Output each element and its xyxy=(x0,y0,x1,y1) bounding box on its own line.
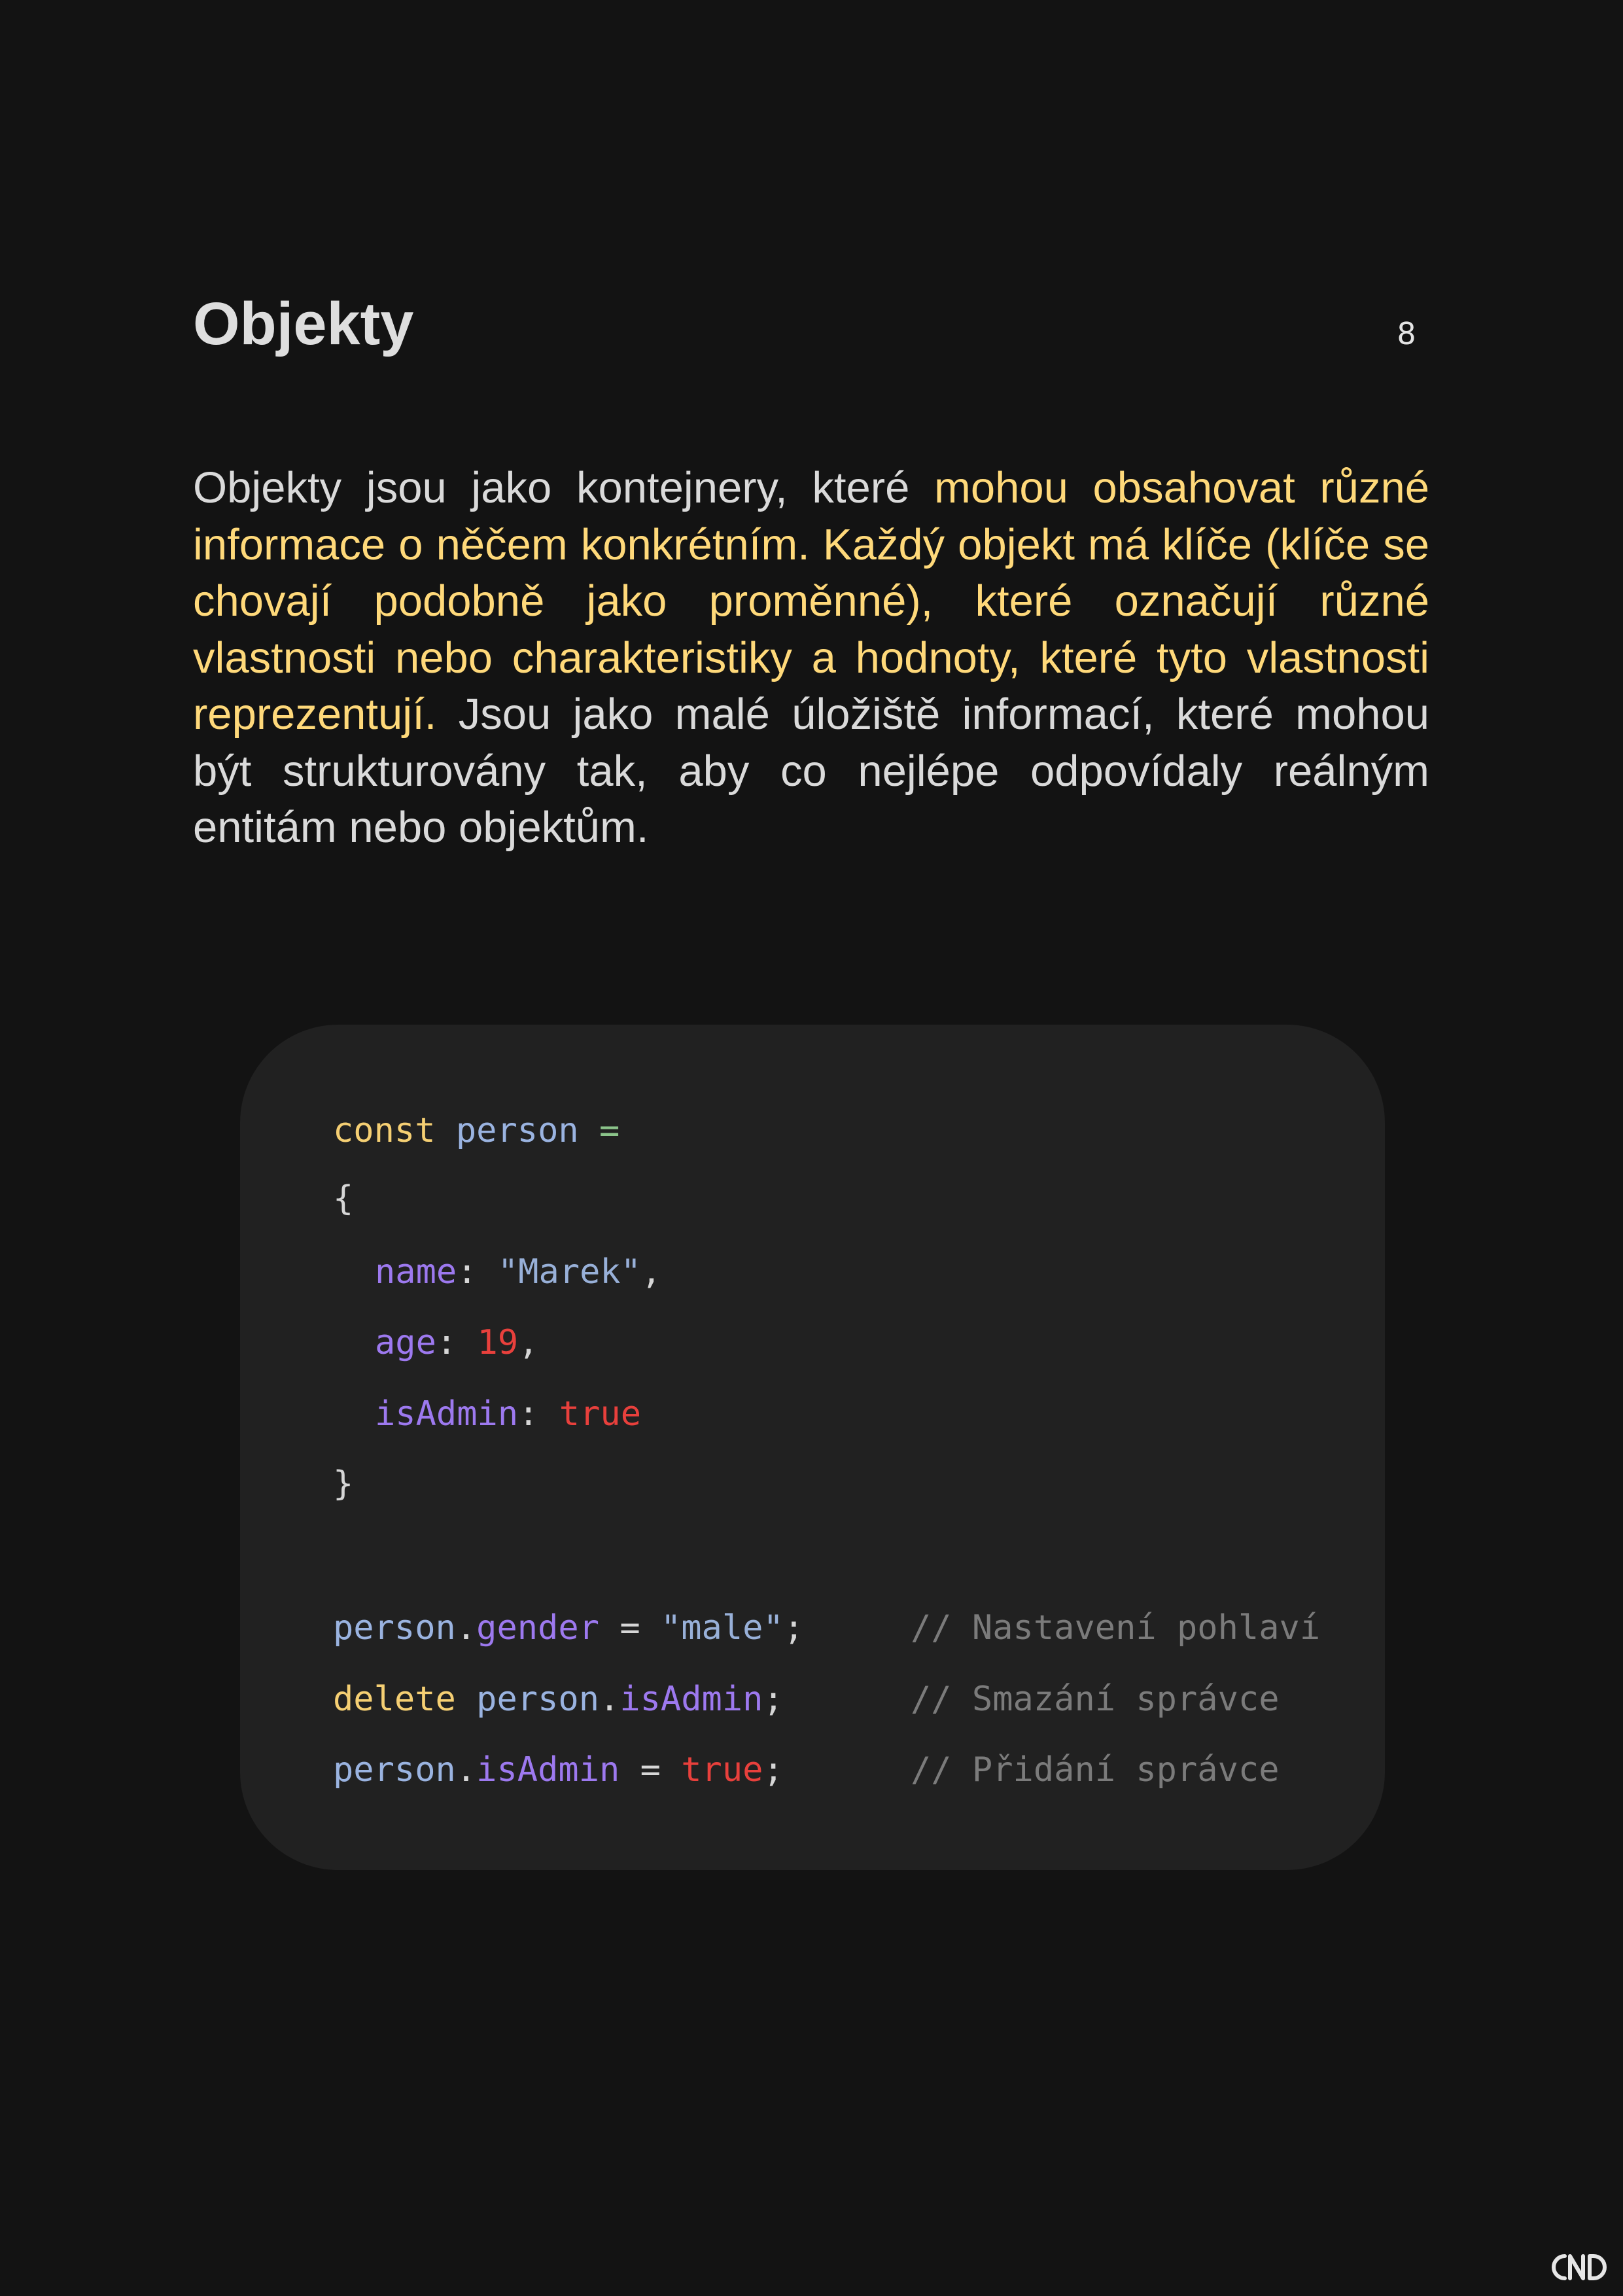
code-variable: person xyxy=(476,1680,599,1719)
code-colon: : xyxy=(436,1323,457,1362)
code-comma: , xyxy=(518,1323,539,1362)
code-variable: person xyxy=(333,1608,456,1648)
code-key: age xyxy=(375,1323,436,1362)
code-dot: . xyxy=(599,1680,620,1719)
code-brace: { xyxy=(333,1179,354,1218)
code-line-open-brace: { xyxy=(333,1173,353,1225)
code-line-close-brace: } xyxy=(333,1458,353,1510)
code-colon: : xyxy=(457,1252,478,1292)
code-boolean: true xyxy=(681,1750,763,1790)
code-comment: // Smazání správce xyxy=(911,1680,1280,1719)
page-number: 8 xyxy=(1397,316,1416,351)
code-string: "Marek" xyxy=(497,1252,642,1292)
code-semicolon: ; xyxy=(763,1680,784,1719)
code-keyword: const xyxy=(333,1111,436,1150)
code-number: 19 xyxy=(477,1323,519,1362)
code-line-delete-admin: delete person.isAdmin; xyxy=(333,1673,784,1725)
code-operator: = xyxy=(640,1750,661,1790)
code-comma: , xyxy=(641,1252,662,1292)
code-operator: = xyxy=(599,1111,620,1150)
code-property: isAdmin xyxy=(620,1680,763,1719)
page-title: Objekty xyxy=(193,291,414,357)
cnd-logo-icon xyxy=(1552,2254,1607,2280)
intro-paragraph: Objekty jsou jako kontejnery, které moho… xyxy=(193,460,1429,857)
code-string: "male" xyxy=(660,1608,784,1648)
code-colon: : xyxy=(518,1394,539,1434)
code-line-is-admin: isAdmin: true xyxy=(333,1388,641,1440)
code-line-set-gender: person.gender = "male"; xyxy=(333,1602,804,1654)
code-dot: . xyxy=(455,1750,477,1790)
code-line-age: age: 19, xyxy=(333,1316,538,1369)
code-property: isAdmin xyxy=(476,1750,620,1790)
code-block: const person = { name: "Marek", age: 19,… xyxy=(240,1025,1385,1870)
code-comment: // Nastavení pohlaví xyxy=(911,1608,1321,1648)
code-line-add-admin: person.isAdmin = true; xyxy=(333,1744,784,1796)
code-boolean: true xyxy=(559,1394,642,1434)
code-key: isAdmin xyxy=(375,1394,519,1434)
code-semicolon: ; xyxy=(783,1608,805,1648)
code-comment: // Přidání správce xyxy=(911,1750,1280,1790)
intro-text: Objekty jsou jako kontejnery, které xyxy=(193,463,935,512)
code-operator: = xyxy=(620,1608,640,1648)
code-property: gender xyxy=(476,1608,599,1648)
code-dot: . xyxy=(455,1608,477,1648)
code-semicolon: ; xyxy=(763,1750,784,1790)
code-variable: person xyxy=(333,1750,456,1790)
code-line-name: name: "Marek", xyxy=(333,1246,661,1298)
code-line-declaration: const person = xyxy=(333,1104,620,1157)
code-variable: person xyxy=(455,1111,579,1150)
code-key: name xyxy=(375,1252,457,1292)
code-keyword: delete xyxy=(333,1680,456,1719)
code-brace: } xyxy=(333,1464,354,1504)
